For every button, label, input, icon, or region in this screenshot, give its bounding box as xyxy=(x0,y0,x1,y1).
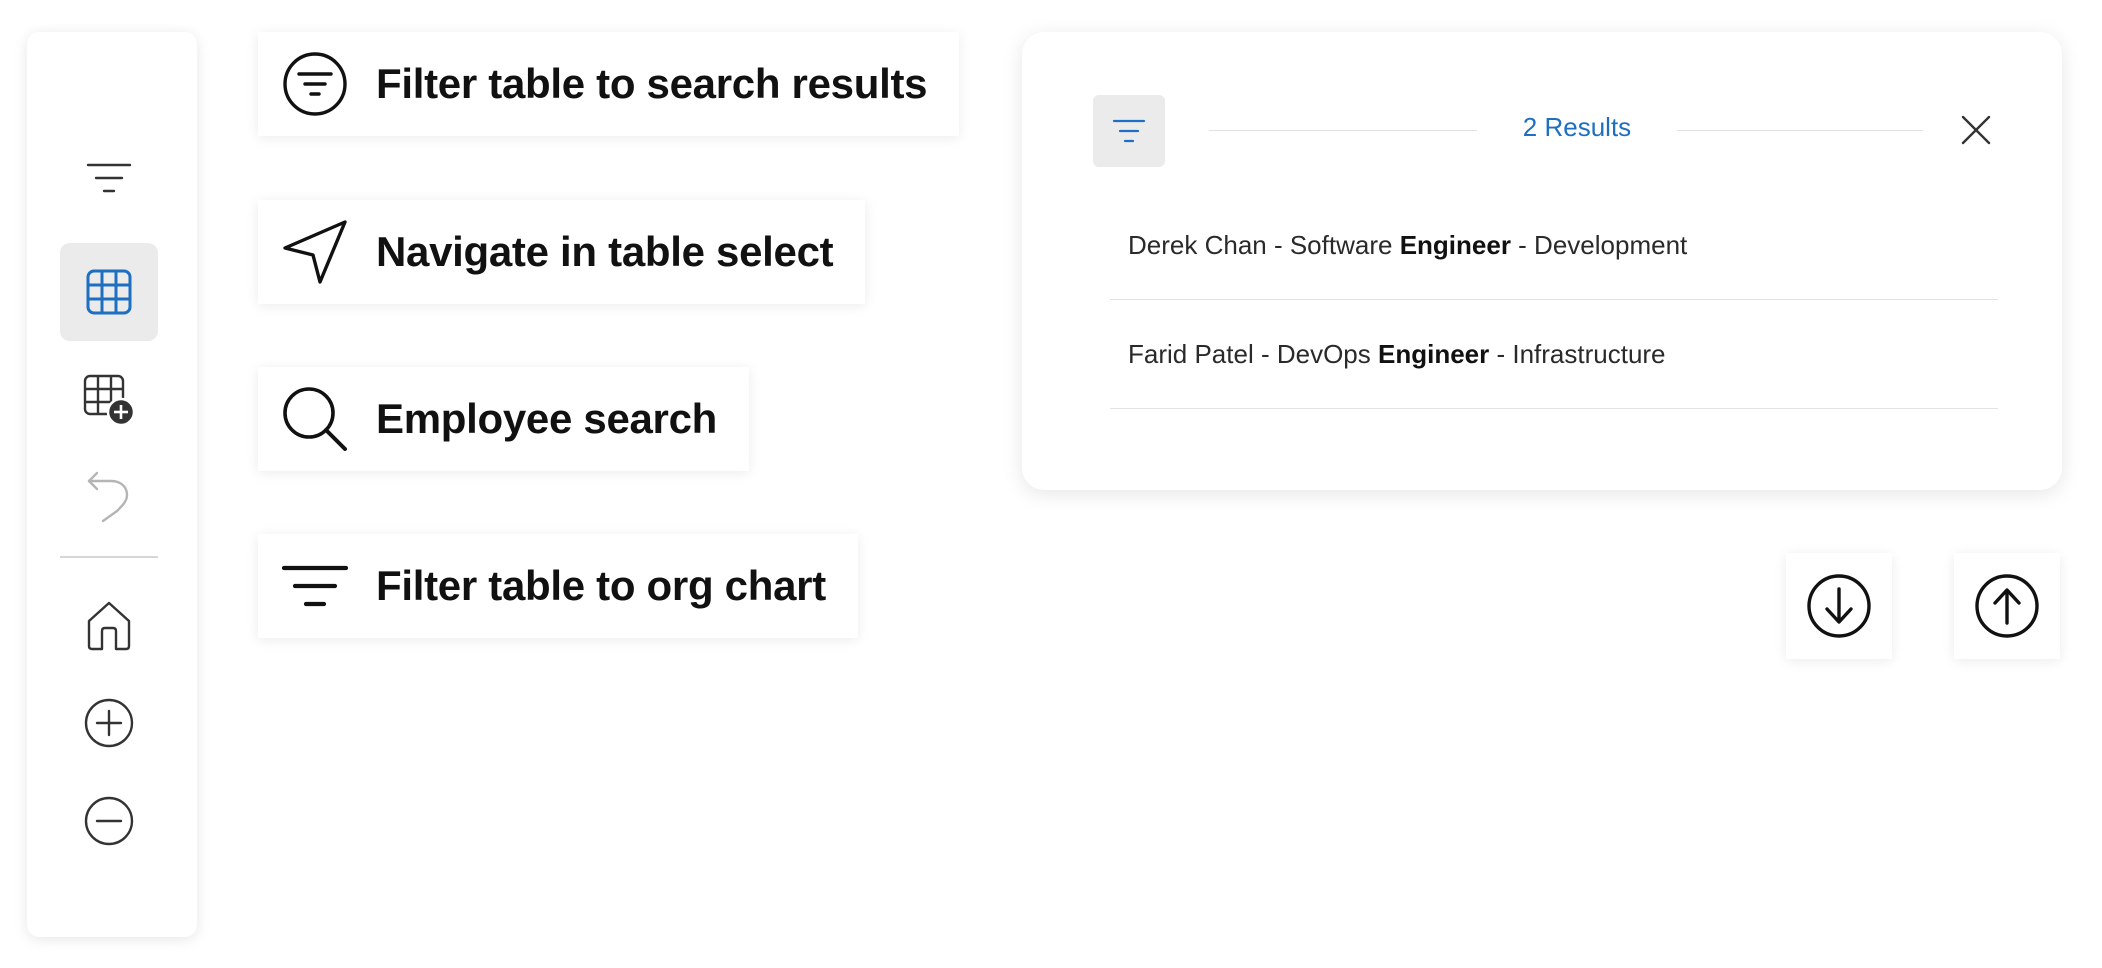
legend-item-filter-org-chart: Filter table to org chart xyxy=(258,534,858,638)
legend-label: Navigate in table select xyxy=(376,228,834,275)
table-add-icon xyxy=(83,374,135,426)
result-match-highlight: Engineer xyxy=(1377,338,1490,369)
map-toolbar xyxy=(27,32,197,937)
scroll-down-button[interactable] xyxy=(1786,553,1892,659)
result-text: Derek Chan - Software xyxy=(1128,229,1393,260)
home-button[interactable] xyxy=(60,576,158,674)
filter-toolbar-button[interactable] xyxy=(60,130,158,228)
result-match-highlight: Engineer xyxy=(1399,229,1511,260)
undo-button[interactable] xyxy=(60,446,158,544)
arrow-down-circle-icon xyxy=(1807,574,1871,638)
zoom-out-icon xyxy=(84,796,134,846)
close-button[interactable] xyxy=(1950,104,2002,156)
home-icon xyxy=(87,601,131,651)
header-divider-left xyxy=(1209,130,1477,131)
scroll-up-button[interactable] xyxy=(1954,553,2060,659)
filter-results-button[interactable] xyxy=(1093,95,1165,167)
legend-label: Filter table to search results xyxy=(376,60,928,107)
close-icon xyxy=(1961,115,1991,145)
legend-label: Employee search xyxy=(376,395,718,442)
result-row[interactable]: Farid Patel - DevOps Engineer - Infrastr… xyxy=(1110,300,1998,409)
zoom-in-button[interactable] xyxy=(60,674,158,772)
results-count: 2 Results xyxy=(1522,112,1632,142)
legend-item-filter-search: Filter table to search results xyxy=(258,32,960,136)
result-text: - Development xyxy=(1518,229,1688,260)
arrow-up-circle-icon xyxy=(1975,574,2039,638)
table-icon xyxy=(86,269,132,315)
legend-item-employee-search: Employee search xyxy=(258,367,750,471)
zoom-in-icon xyxy=(84,698,134,748)
legend-item-navigate: Navigate in table select xyxy=(258,200,866,304)
result-text: Farid Patel - DevOps xyxy=(1128,338,1371,369)
result-row[interactable]: Derek Chan - Software Engineer - Develop… xyxy=(1110,191,1998,300)
undo-icon xyxy=(87,471,129,523)
add-table-button[interactable] xyxy=(60,351,158,449)
search-icon xyxy=(283,387,347,451)
header-divider-right xyxy=(1677,130,1923,131)
filter-lines-icon xyxy=(1112,119,1146,143)
filter-circle-icon xyxy=(283,52,347,116)
legend-label: Filter table to org chart xyxy=(376,562,826,609)
navigate-icon xyxy=(283,220,347,284)
filter-lines-icon xyxy=(86,163,132,193)
filter-lines-icon xyxy=(282,565,348,607)
result-text: - Infrastructure xyxy=(1496,338,1666,369)
table-view-button[interactable] xyxy=(60,243,158,341)
zoom-out-button[interactable] xyxy=(60,772,158,870)
search-results-panel: 2 Results Derek Chan - Software Engineer… xyxy=(1022,32,2062,490)
toolbar-divider xyxy=(60,556,158,558)
